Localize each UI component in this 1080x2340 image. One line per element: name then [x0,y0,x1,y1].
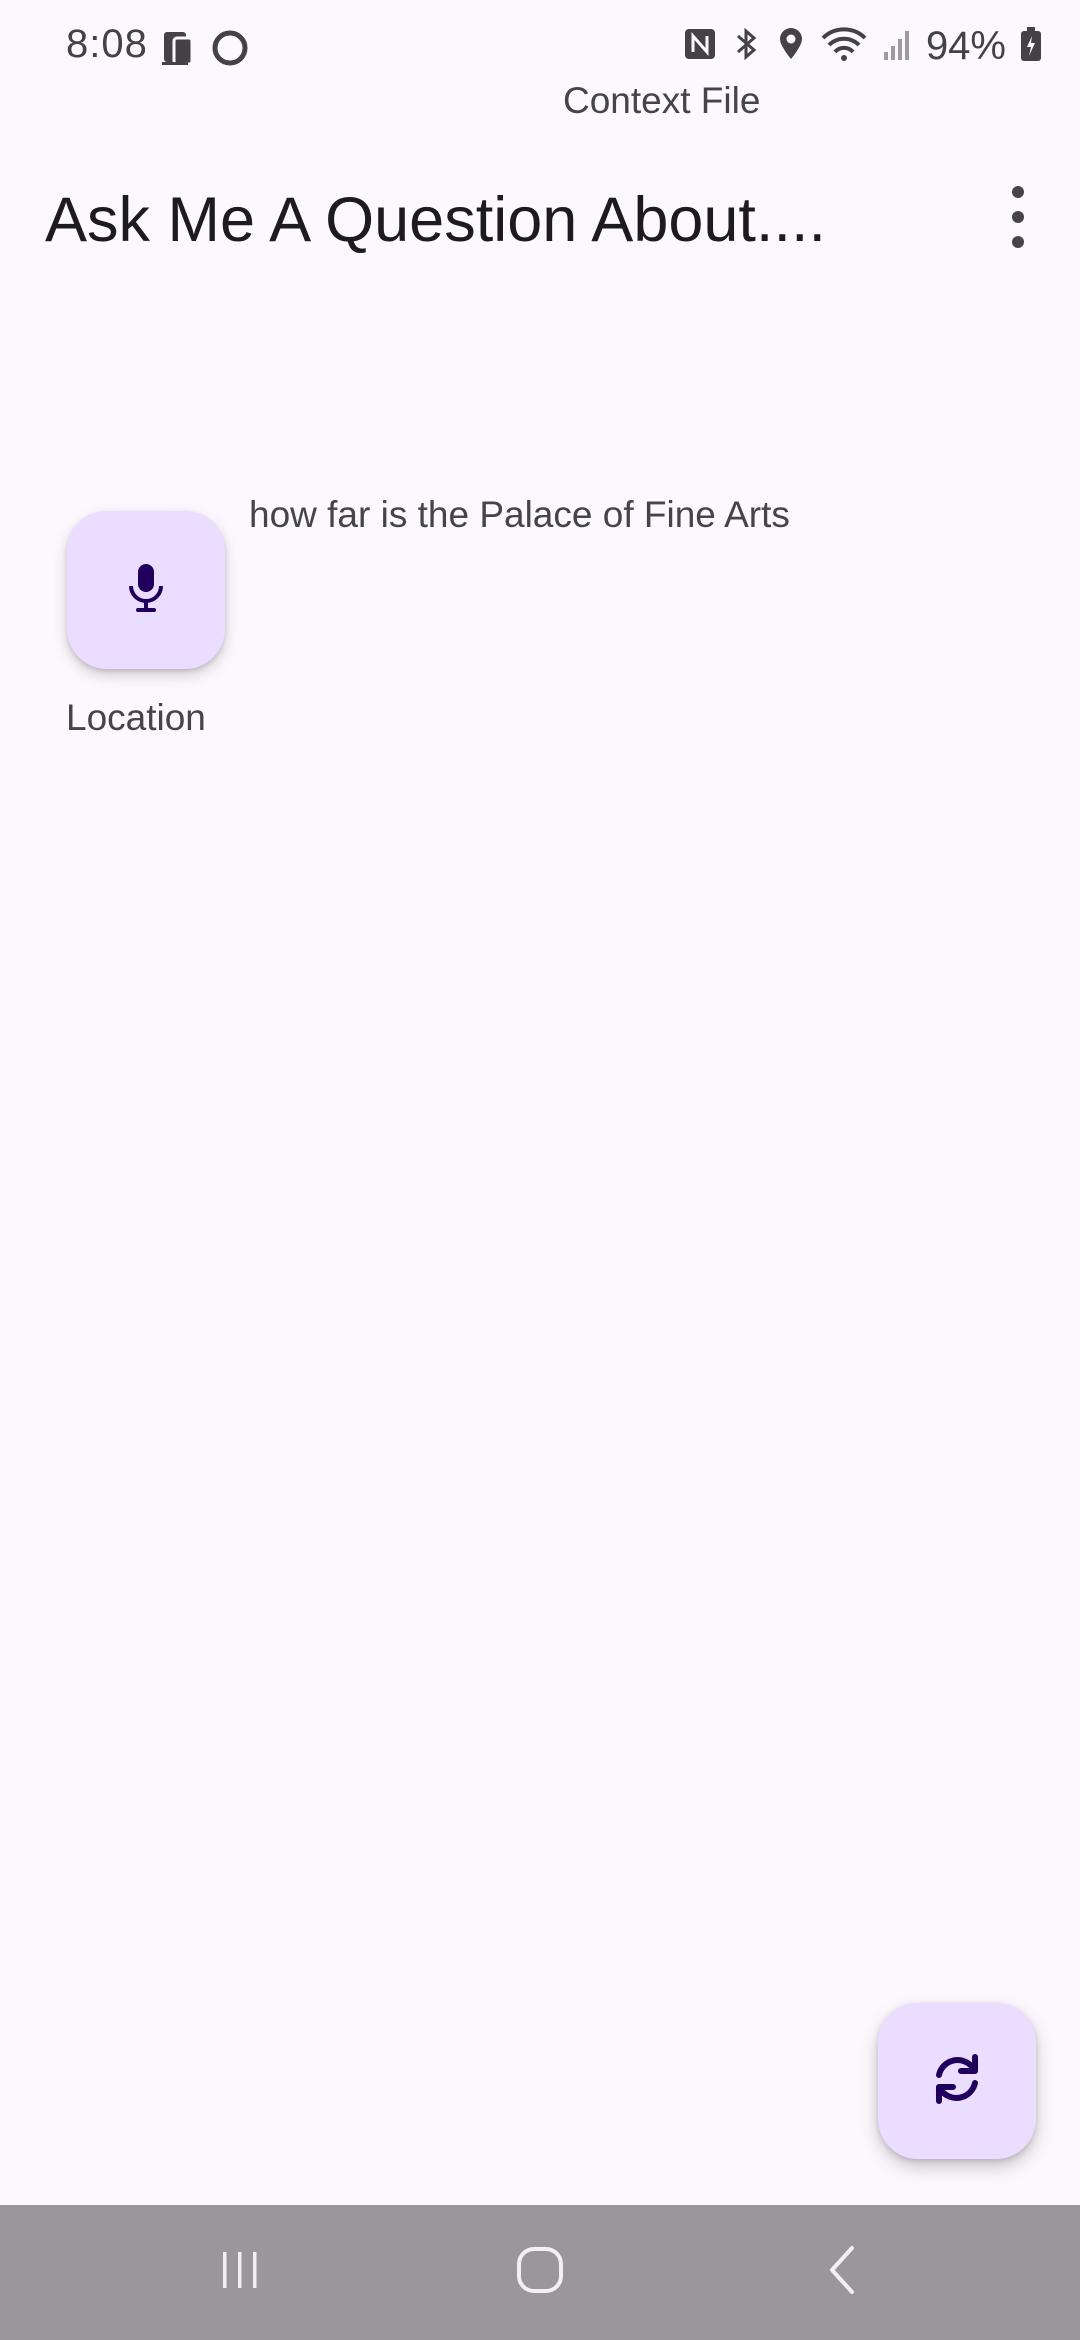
refresh-button[interactable] [878,2003,1036,2159]
status-right: 94% [682,24,1042,69]
home-icon [514,2244,566,2301]
microphone-button[interactable] [67,511,225,669]
circle-notification-icon [210,28,250,73]
status-left-icons [160,28,250,73]
recents-button[interactable] [160,2205,320,2340]
back-button[interactable] [764,2205,924,2340]
battery-icon [1020,26,1042,67]
more-options-button[interactable] [998,186,1038,248]
page-title: Ask Me A Question About.... [45,185,826,255]
battery-percentage: 94% [925,24,1006,68]
status-time: 8:08 [66,22,148,66]
status-bar: 8:08 94% [0,0,1080,96]
bluetooth-icon [732,26,762,67]
recognized-query-text: how far is the Palace of Fine Arts [249,494,790,535]
more-vert-icon-dot [1012,211,1024,223]
context-file-label: Context File [563,80,761,121]
mic-label: Location [66,697,206,738]
microphone-icon [126,562,166,619]
refresh-icon [929,2051,985,2112]
recents-icon [216,2246,264,2299]
more-vert-icon-dot [1012,236,1024,248]
home-button[interactable] [460,2205,620,2340]
signal-icon [882,26,912,67]
phone-device-icon [160,28,200,73]
wifi-icon [820,26,868,67]
location-icon [776,26,806,67]
back-icon [820,2244,868,2301]
nfc-icon [682,26,718,67]
more-vert-icon [1012,186,1024,198]
navigation-bar [0,2205,1080,2340]
